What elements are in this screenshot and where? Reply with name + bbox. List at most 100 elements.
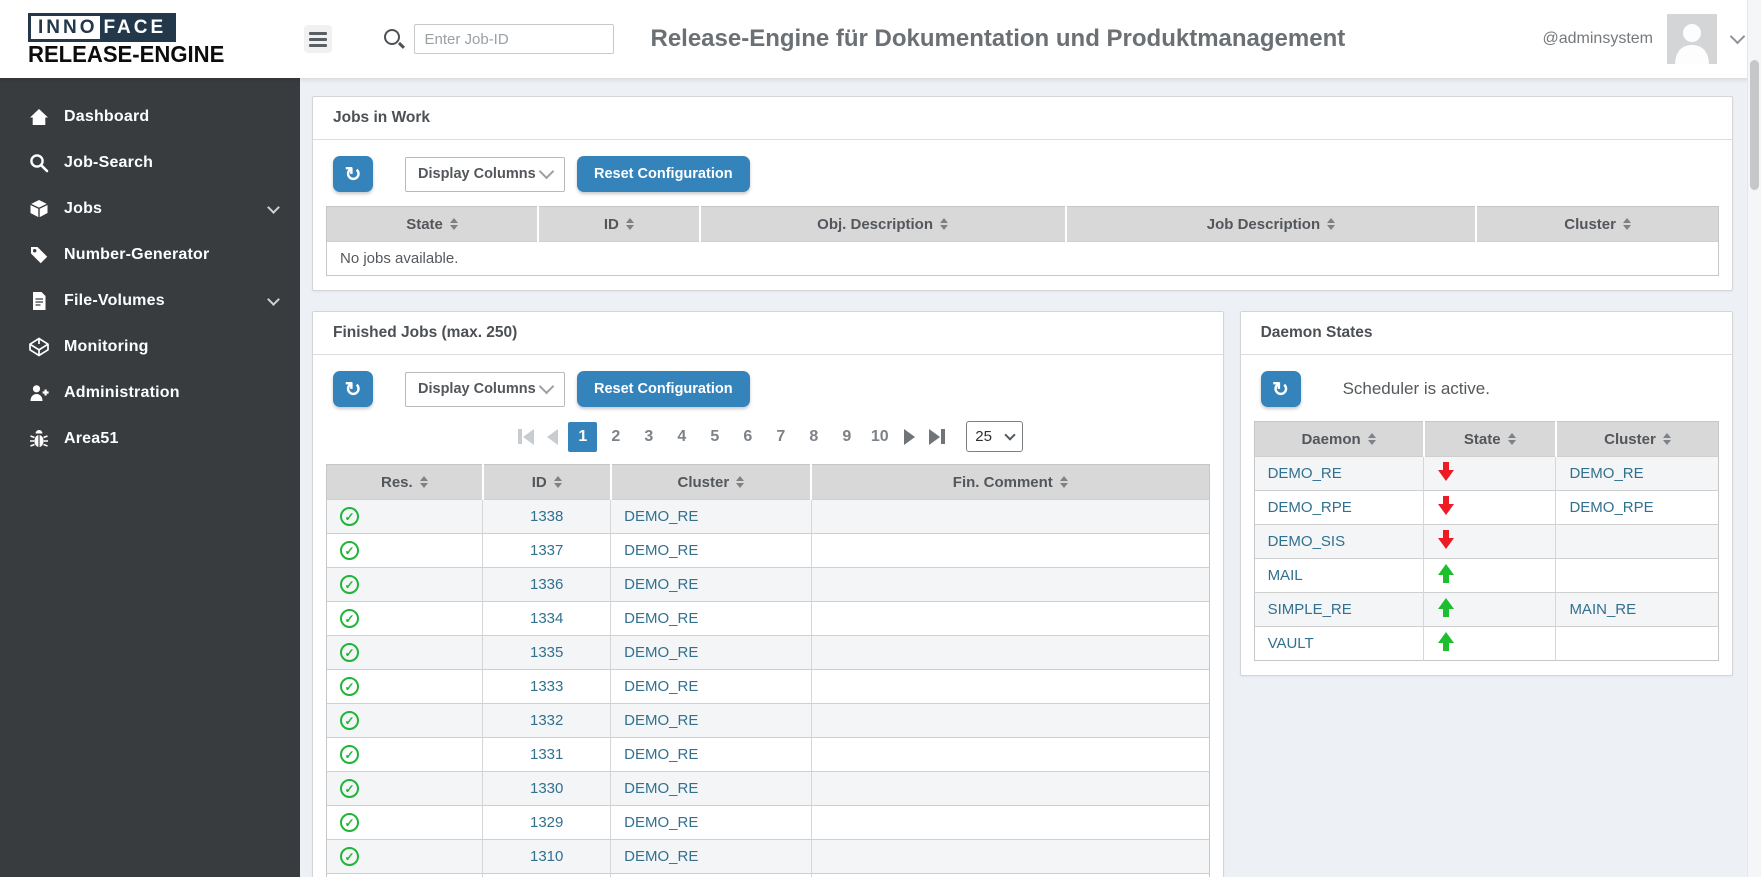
column-header-fin-comment[interactable]: Fin. Comment xyxy=(809,464,1210,500)
job-id-link[interactable]: 1337 xyxy=(482,533,611,568)
job-id-link[interactable]: 1328 xyxy=(482,873,611,877)
cluster-link[interactable]: DEMO_RE xyxy=(610,839,811,874)
job-id-link[interactable]: 1338 xyxy=(482,499,611,534)
table-row: 1328 DEMO_RPE xyxy=(326,873,1210,877)
sidebar-item-monitoring[interactable]: Monitoring xyxy=(0,324,300,370)
job-id-link[interactable]: 1329 xyxy=(482,805,611,840)
page-number-button[interactable]: 2 xyxy=(601,422,630,452)
page-number-button[interactable]: 4 xyxy=(667,422,696,452)
reset-configuration-button[interactable]: Reset Configuration xyxy=(577,156,750,192)
job-id-link[interactable]: 1333 xyxy=(482,669,611,704)
next-page-icon xyxy=(904,428,916,445)
cluster-link[interactable]: DEMO_RE xyxy=(610,703,811,738)
sidebar-item-dashboard[interactable]: Dashboard xyxy=(0,94,300,140)
sidebar-item-administration[interactable]: Administration xyxy=(0,370,300,416)
cluster-link[interactable]: DEMO_RPE xyxy=(1555,490,1719,525)
sidebar-item-jobs[interactable]: Jobs xyxy=(0,186,300,232)
sidebar-toggle-button[interactable] xyxy=(304,25,333,53)
table-row: 1330 DEMO_RE xyxy=(326,771,1210,806)
display-columns-select[interactable]: Display Columns xyxy=(405,156,565,192)
res-cell xyxy=(326,805,483,840)
page-number-button[interactable]: 5 xyxy=(700,422,729,452)
cluster-link[interactable]: DEMO_RE xyxy=(610,771,811,806)
cluster-link[interactable]: DEMO_RE xyxy=(610,533,811,568)
search-icon xyxy=(384,28,405,50)
scrollbar-thumb[interactable] xyxy=(1750,60,1759,190)
cluster-link[interactable]: DEMO_RE xyxy=(610,805,811,840)
sort-icon xyxy=(1663,433,1671,446)
job-id-link[interactable]: 1310 xyxy=(482,839,611,874)
first-page-button[interactable] xyxy=(512,422,539,452)
cluster-link[interactable]: DEMO_RE xyxy=(610,601,811,636)
next-page-button[interactable] xyxy=(896,422,923,452)
column-header-state[interactable]: State xyxy=(326,206,539,242)
column-header-cluster[interactable]: Cluster xyxy=(1554,421,1719,457)
table-row: 1336 DEMO_RE xyxy=(326,567,1210,602)
daemon-name: SIMPLE_RE xyxy=(1254,592,1424,627)
column-header-job-description[interactable]: Job Description xyxy=(1064,206,1477,242)
bug-icon xyxy=(28,428,50,450)
res-cell xyxy=(326,567,483,602)
user-menu[interactable]: @adminsystem xyxy=(1543,14,1746,64)
chevron-down-icon xyxy=(267,200,280,214)
res-cell xyxy=(326,669,483,704)
reset-configuration-button[interactable]: Reset Configuration xyxy=(577,371,750,407)
page-number-button[interactable]: 8 xyxy=(799,422,828,452)
column-header-daemon[interactable]: Daemon xyxy=(1254,421,1424,457)
job-id-link[interactable]: 1336 xyxy=(482,567,611,602)
cluster-link[interactable]: DEMO_RPE xyxy=(610,873,811,877)
success-check-icon xyxy=(340,677,359,696)
column-header-state[interactable]: State xyxy=(1422,421,1556,457)
job-id-link[interactable]: 1331 xyxy=(482,737,611,772)
job-id-link[interactable]: 1335 xyxy=(482,635,611,670)
last-page-button[interactable] xyxy=(923,422,950,452)
daemon-states-header: Daemon States xyxy=(1240,312,1732,355)
job-id-search-input[interactable] xyxy=(414,24,615,54)
avatar[interactable] xyxy=(1667,14,1717,64)
chevron-down-icon xyxy=(1004,428,1016,441)
cluster-link[interactable]: DEMO_RE xyxy=(610,669,811,704)
sidebar-item-area51[interactable]: Area51 xyxy=(0,416,300,462)
job-id-link[interactable]: 1334 xyxy=(482,601,611,636)
cluster-link[interactable]: DEMO_RE xyxy=(1555,456,1719,491)
cluster-link[interactable]: MAIN_RE xyxy=(1555,592,1719,627)
refresh-button[interactable]: ↻ xyxy=(1260,371,1301,407)
page-number-button[interactable]: 7 xyxy=(766,422,795,452)
cluster-link[interactable]: DEMO_RE xyxy=(610,635,811,670)
cluster-link[interactable]: DEMO_RE xyxy=(610,499,811,534)
sidebar-item-job-search[interactable]: Job-Search xyxy=(0,140,300,186)
comment-cell xyxy=(810,805,1210,840)
column-header-cluster[interactable]: Cluster xyxy=(609,464,811,500)
previous-page-button[interactable] xyxy=(539,422,566,452)
codepen-icon xyxy=(28,336,50,358)
page-size-select[interactable]: 25 xyxy=(966,421,1024,452)
daemon-name: MAIL xyxy=(1254,558,1424,593)
job-id-link[interactable]: 1332 xyxy=(482,703,611,738)
sidebar-item-file-volumes[interactable]: File-Volumes xyxy=(0,278,300,324)
page-number-button[interactable]: 10 xyxy=(865,422,894,452)
cluster-link[interactable]: DEMO_RE xyxy=(610,737,811,772)
page-number-button[interactable]: 6 xyxy=(733,422,762,452)
daemon-state-icon xyxy=(1437,564,1454,583)
column-header-id[interactable]: ID xyxy=(537,206,700,242)
sidebar-item-number-generator[interactable]: Number-Generator xyxy=(0,232,300,278)
page-number-button[interactable]: 3 xyxy=(634,422,663,452)
column-header-result[interactable]: Res. xyxy=(326,464,483,500)
column-header-cluster[interactable]: Cluster xyxy=(1475,206,1719,242)
page-number-button[interactable]: 9 xyxy=(832,422,861,452)
job-id-link[interactable]: 1330 xyxy=(482,771,611,806)
release-engine-dashboard: INNOFACE RELEASE-ENGINE Release-Engine f… xyxy=(0,0,1761,877)
column-header-obj-description[interactable]: Obj. Description xyxy=(698,206,1066,242)
cluster-link[interactable]: DEMO_RE xyxy=(610,567,811,602)
page-number-button[interactable]: 1 xyxy=(568,421,598,452)
daemon-state-icon xyxy=(1437,598,1454,617)
res-cell xyxy=(326,839,483,874)
refresh-button[interactable]: ↻ xyxy=(333,371,373,407)
daemon-name: VAULT xyxy=(1254,626,1424,661)
vertical-scrollbar[interactable] xyxy=(1747,0,1761,877)
comment-cell xyxy=(810,533,1210,568)
display-columns-select[interactable]: Display Columns xyxy=(405,371,565,407)
chevron-down-icon[interactable] xyxy=(1729,28,1746,45)
refresh-button[interactable]: ↻ xyxy=(333,156,373,192)
column-header-id[interactable]: ID xyxy=(481,464,611,500)
